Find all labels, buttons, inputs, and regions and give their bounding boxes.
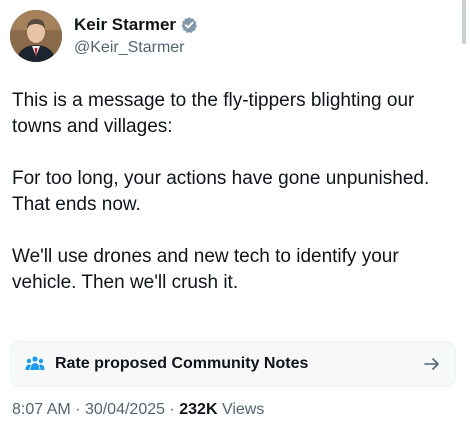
community-notes-label: Rate proposed Community Notes <box>55 355 309 372</box>
tweet-text: This is a message to the fly-tippers bli… <box>12 88 460 322</box>
author-names: Keir Starmer @Keir_Starmer <box>74 14 198 59</box>
arrow-right-icon <box>423 355 441 373</box>
tweet-paragraph: For too long, your actions have gone unp… <box>12 168 430 215</box>
name-row: Keir Starmer <box>74 14 198 36</box>
views-label: Views <box>221 401 265 418</box>
tweet-header: Keir Starmer @Keir_Starmer <box>10 10 198 62</box>
verified-badge-icon[interactable] <box>180 16 198 34</box>
community-notes-button[interactable]: Rate proposed Community Notes <box>10 341 456 387</box>
views-count[interactable]: 232K <box>179 401 217 418</box>
tweet-time[interactable]: 8:07 AM <box>12 401 71 418</box>
handle[interactable]: @Keir_Starmer <box>74 37 198 59</box>
display-name[interactable]: Keir Starmer <box>74 14 176 36</box>
tweet: Keir Starmer @Keir_Starmer This is a mes… <box>0 0 470 425</box>
meta-separator: · <box>75 401 81 418</box>
community-notes-icon <box>25 355 45 373</box>
tweet-paragraph: We'll use drones and new tech to identif… <box>12 246 399 293</box>
avatar[interactable] <box>10 10 62 62</box>
tweet-meta: 8:07 AM · 30/04/2025 · 232K Views <box>12 400 264 420</box>
scrollbar[interactable] <box>462 0 466 44</box>
meta-separator: · <box>169 401 175 418</box>
tweet-date[interactable]: 30/04/2025 <box>85 401 165 418</box>
tweet-paragraph: This is a message to the fly-tippers bli… <box>12 90 415 137</box>
